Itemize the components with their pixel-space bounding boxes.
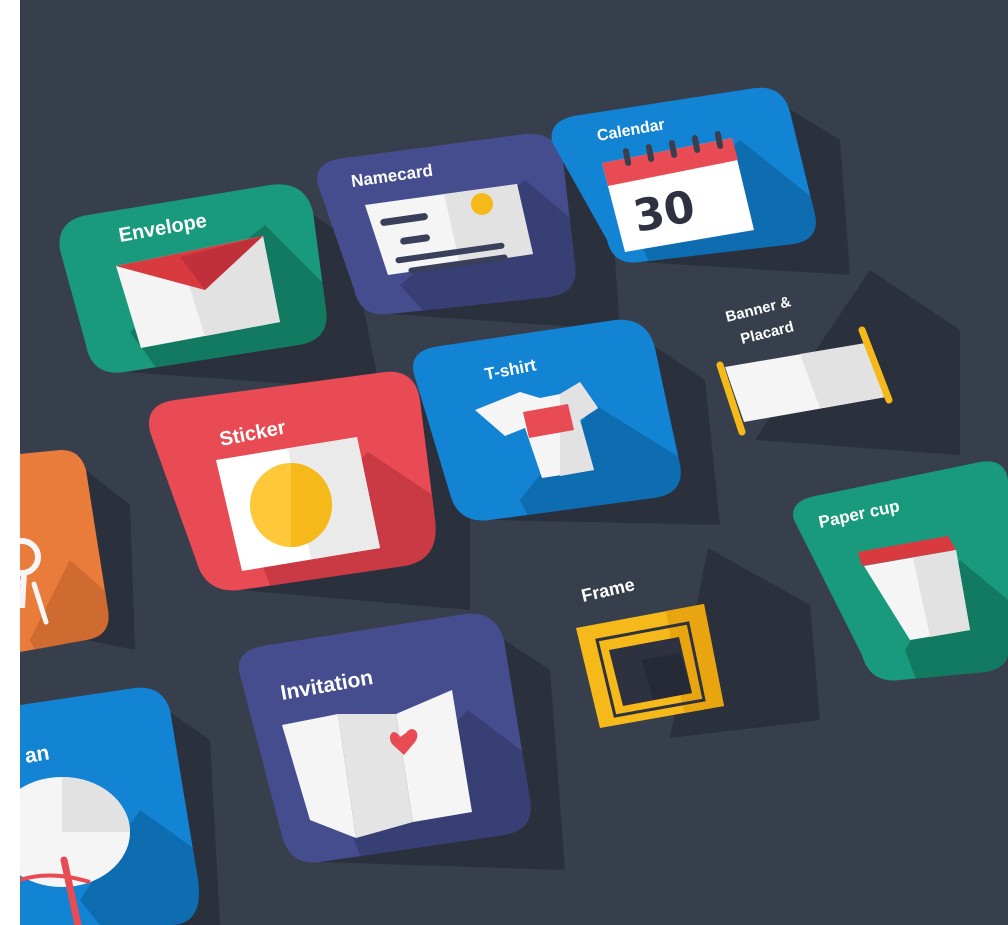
calendar-icon: 30 xyxy=(602,131,754,252)
tile-frame-label: Frame xyxy=(579,574,636,606)
tile-banner-label-line2: Placard xyxy=(739,318,796,348)
icon-showcase-canvas: Envelope Namecard 30 Calendar Banner & P… xyxy=(20,0,1008,925)
sticker-icon xyxy=(216,437,380,571)
tile-fan-label: an xyxy=(23,741,51,768)
tile-papercup[interactable]: Paper cup xyxy=(793,461,1008,690)
frame-icon xyxy=(576,604,724,728)
icon-grid: Envelope Namecard 30 Calendar Banner & P… xyxy=(20,87,1008,925)
